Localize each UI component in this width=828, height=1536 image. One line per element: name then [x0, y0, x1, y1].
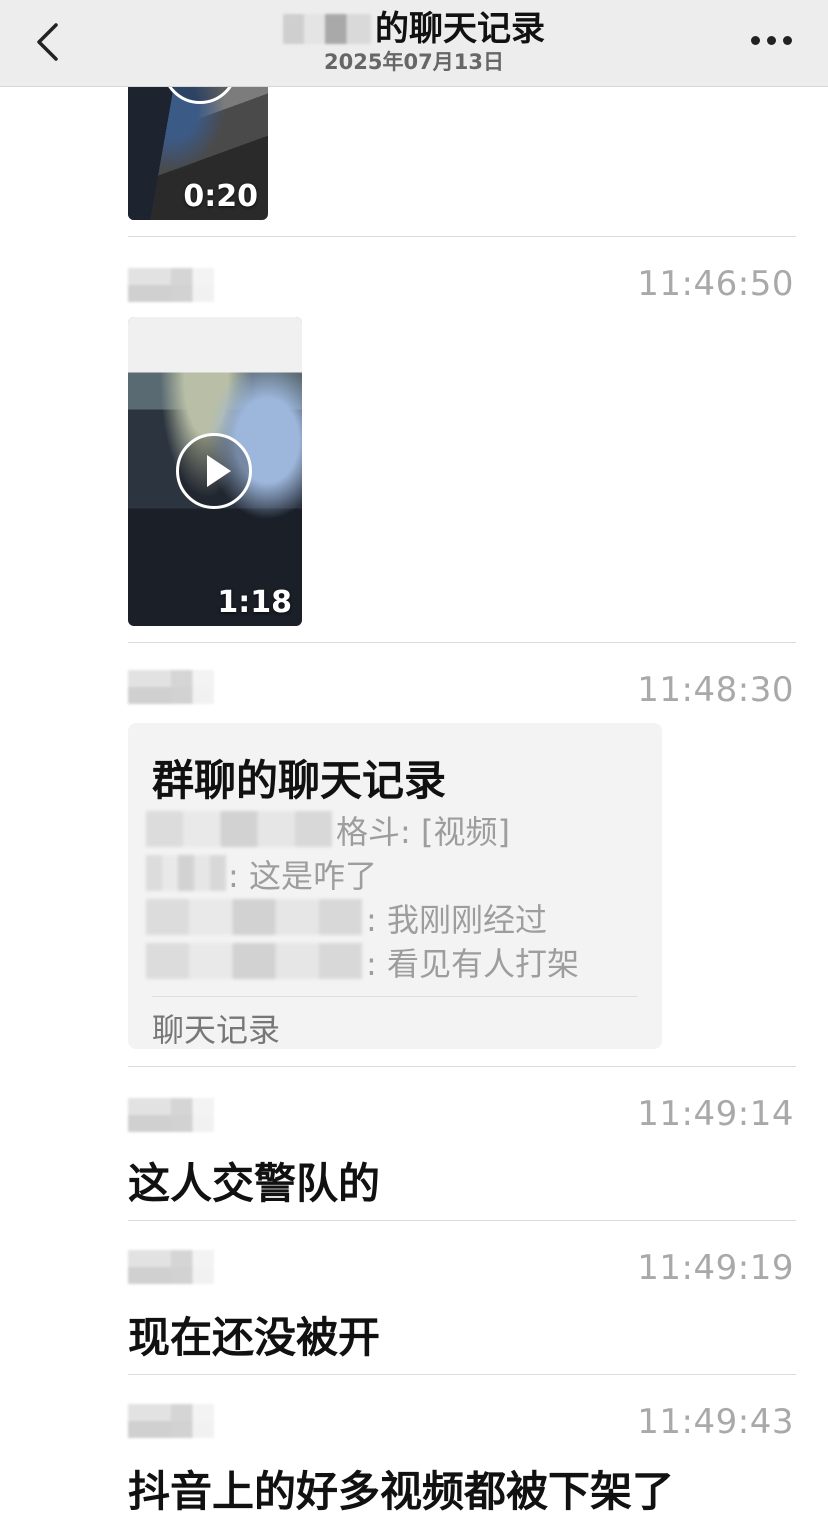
page-subtitle-date: 2025年07月13日 — [324, 50, 504, 74]
message-time: 11:49:14 — [637, 1094, 794, 1134]
nav-header: 的聊天记录 2025年07月13日 — [0, 0, 828, 87]
play-icon — [176, 433, 252, 509]
chat-record-line: 格斗: [视频] — [336, 813, 510, 851]
message-text: 抖音上的好多视频都被下架了 — [128, 1467, 675, 1516]
chat-record-line: : 我刚刚经过 — [366, 901, 547, 939]
dot-icon — [751, 36, 760, 45]
page-title: 的聊天记录 — [375, 9, 545, 49]
divider — [152, 996, 638, 997]
message-text: 现在还没被开 — [128, 1313, 381, 1362]
chat-record-title: 群聊的聊天记录 — [152, 756, 447, 805]
more-options-button[interactable] — [751, 36, 792, 45]
message-time: 11:46:50 — [637, 264, 794, 304]
blurred-sender — [146, 943, 362, 979]
message-text: 这人交警队的 — [128, 1159, 381, 1208]
title-area: 的聊天记录 2025年07月13日 — [0, 8, 828, 74]
dot-icon — [783, 36, 792, 45]
video-duration: 0:20 — [183, 179, 258, 214]
video-message[interactable]: 1:18 — [128, 317, 302, 626]
sender-avatar-name — [128, 268, 214, 302]
dot-icon — [767, 36, 776, 45]
chat-record-line: : 这是咋了 — [228, 857, 377, 895]
blurred-sender — [146, 899, 362, 935]
chat-record-line: : 看见有人打架 — [366, 945, 579, 983]
sender-avatar-name — [128, 1098, 214, 1132]
message-time: 11:49:43 — [637, 1402, 794, 1442]
chat-record-footer: 聊天记录 — [152, 1011, 281, 1049]
message-time: 11:48:30 — [637, 670, 794, 710]
divider — [128, 236, 796, 237]
message-time: 11:49:19 — [637, 1248, 794, 1288]
divider — [128, 1066, 796, 1067]
chat-record-card[interactable]: 群聊的聊天记录 格斗: [视频] : 这是咋了 : 我刚刚经过 : 看见有人打架… — [128, 723, 662, 1049]
divider — [128, 642, 796, 643]
video-duration: 1:18 — [217, 585, 292, 620]
divider — [128, 1374, 796, 1375]
sender-avatar-name — [128, 670, 214, 704]
divider — [128, 1220, 796, 1221]
blurred-name — [283, 14, 371, 44]
blurred-sender — [146, 811, 332, 847]
sender-avatar-name — [128, 1404, 214, 1438]
blurred-sender — [146, 855, 226, 891]
sender-avatar-name — [128, 1250, 214, 1284]
